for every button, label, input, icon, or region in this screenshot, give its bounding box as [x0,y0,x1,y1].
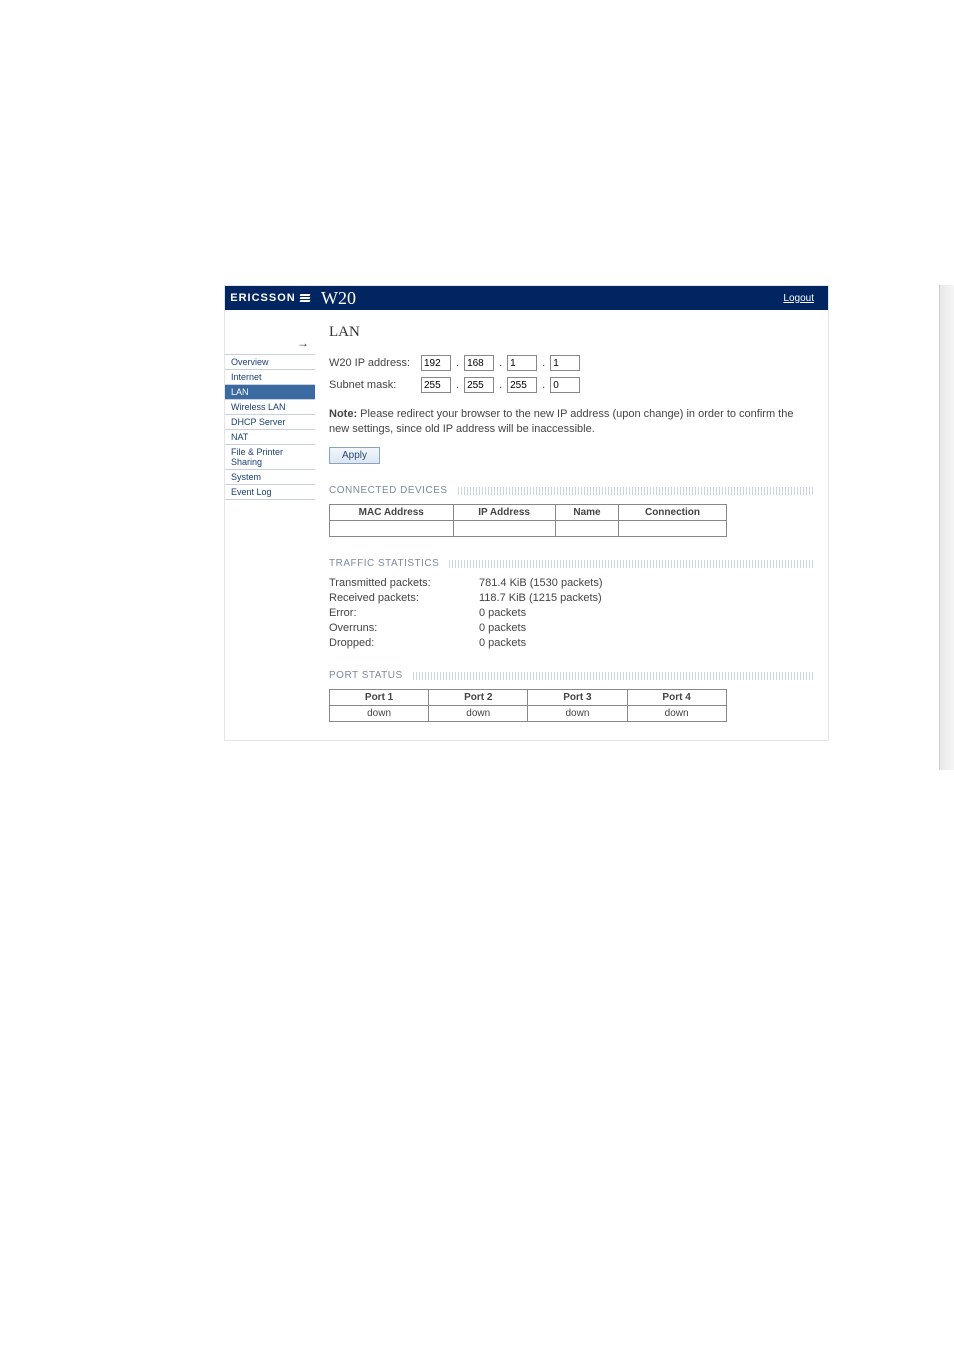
sidebar-item-nat[interactable]: NAT [225,429,315,444]
table-header-row: Port 1 Port 2 Port 3 Port 4 [330,689,727,705]
sidebar: → Overview Internet LAN Wireless LAN DHC… [225,310,315,740]
sidebar-item-label: LAN [231,387,249,397]
sidebar-item-label: File & Printer Sharing [231,447,283,467]
sidebar-item-label: Overview [231,357,269,367]
port-status-table: Port 1 Port 2 Port 3 Port 4 down down do… [329,689,727,722]
page: ERICSSON W20 Logout → Overview Internet … [0,0,954,741]
cell-connection [619,520,726,536]
dot-separator: . [498,357,503,369]
product-title: W20 [321,288,356,309]
sidebar-collapse-icon[interactable]: → [225,336,315,354]
app-frame: ERICSSON W20 Logout → Overview Internet … [224,285,829,741]
scrollbar[interactable] [939,285,954,770]
brand-text: ERICSSON [230,292,295,304]
dot-separator: . [541,379,546,391]
sidebar-item-system[interactable]: System [225,469,315,484]
brand-logo: ERICSSON [225,286,315,310]
cell-port-4: down [627,705,726,721]
mask-octet-3[interactable] [507,377,537,393]
mask-octet-1[interactable] [421,377,451,393]
subnet-mask-row: Subnet mask: . . . [329,377,814,393]
mask-octet-2[interactable] [464,377,494,393]
apply-button[interactable]: Apply [329,447,380,464]
ip-octet-4[interactable] [550,355,580,371]
note-bold: Note: [329,408,357,420]
sidebar-item-event-log[interactable]: Event Log [225,484,315,500]
col-name: Name [555,504,619,520]
stat-label: Error: [329,607,479,619]
ericsson-stripes-icon [300,294,310,302]
sidebar-item-label: Internet [231,372,262,382]
sidebar-item-overview[interactable]: Overview [225,354,315,369]
sidebar-item-label: Event Log [231,487,272,497]
sidebar-item-dhcp-server[interactable]: DHCP Server [225,414,315,429]
stat-value: 0 packets [479,622,526,634]
traffic-stats: Transmitted packets: 781.4 KiB (1530 pac… [329,577,814,649]
ip-octet-3[interactable] [507,355,537,371]
content: LAN W20 IP address: . . . Subnet mask: . [315,310,828,740]
header: ERICSSON W20 Logout [225,286,828,310]
body: → Overview Internet LAN Wireless LAN DHC… [225,310,828,740]
sidebar-item-internet[interactable]: Internet [225,369,315,384]
mask-octet-4[interactable] [550,377,580,393]
sidebar-item-label: Wireless LAN [231,402,286,412]
connected-devices-table: MAC Address IP Address Name Connection [329,504,727,537]
dot-separator: . [498,379,503,391]
stat-label: Transmitted packets: [329,577,479,589]
ip-octet-1[interactable] [421,355,451,371]
stat-received: Received packets: 118.7 KiB (1215 packet… [329,592,814,604]
stat-value: 0 packets [479,637,526,649]
stat-value: 0 packets [479,607,526,619]
dot-separator: . [455,357,460,369]
ip-octet-2[interactable] [464,355,494,371]
cell-port-1: down [330,705,429,721]
col-port-4: Port 4 [627,689,726,705]
cell-mac [330,520,454,536]
stat-overruns: Overruns: 0 packets [329,622,814,634]
ip-address-label: W20 IP address: [329,357,417,369]
col-port-3: Port 3 [528,689,627,705]
cell-port-3: down [528,705,627,721]
col-mac-address: MAC Address [330,504,454,520]
dot-separator: . [541,357,546,369]
ip-address-row: W20 IP address: . . . [329,355,814,371]
col-port-1: Port 1 [330,689,429,705]
cell-ip [453,520,555,536]
subnet-mask-label: Subnet mask: [329,379,417,391]
col-connection: Connection [619,504,726,520]
stat-value: 781.4 KiB (1530 packets) [479,577,603,589]
stat-dropped: Dropped: 0 packets [329,637,814,649]
stat-value: 118.7 KiB (1215 packets) [479,592,602,604]
sidebar-item-label: NAT [231,432,248,442]
stat-label: Overruns: [329,622,479,634]
title-bar: W20 Logout [315,286,828,310]
sidebar-item-label: System [231,472,261,482]
cell-port-2: down [429,705,528,721]
sidebar-item-file-printer-sharing[interactable]: File & Printer Sharing [225,444,315,469]
stat-label: Received packets: [329,592,479,604]
stat-label: Dropped: [329,637,479,649]
col-ip-address: IP Address [453,504,555,520]
cell-name [555,520,619,536]
sidebar-item-label: DHCP Server [231,417,285,427]
ip-change-note: Note: Please redirect your browser to th… [329,407,814,437]
note-text: Please redirect your browser to the new … [329,408,793,435]
section-label: PORT STATUS [329,670,409,681]
col-port-2: Port 2 [429,689,528,705]
connected-devices-heading: CONNECTED DEVICES [329,484,814,498]
stat-transmitted: Transmitted packets: 781.4 KiB (1530 pac… [329,577,814,589]
section-label: TRAFFIC STATISTICS [329,558,445,569]
traffic-statistics-heading: TRAFFIC STATISTICS [329,557,814,571]
stat-error: Error: 0 packets [329,607,814,619]
section-label: CONNECTED DEVICES [329,485,454,496]
table-header-row: MAC Address IP Address Name Connection [330,504,727,520]
sidebar-item-wireless-lan[interactable]: Wireless LAN [225,399,315,414]
logout-link[interactable]: Logout [783,293,814,304]
sidebar-item-lan[interactable]: LAN [225,384,315,399]
table-row: down down down down [330,705,727,721]
page-title: LAN [329,324,814,341]
table-row [330,520,727,536]
dot-separator: . [455,379,460,391]
port-status-heading: PORT STATUS [329,669,814,683]
